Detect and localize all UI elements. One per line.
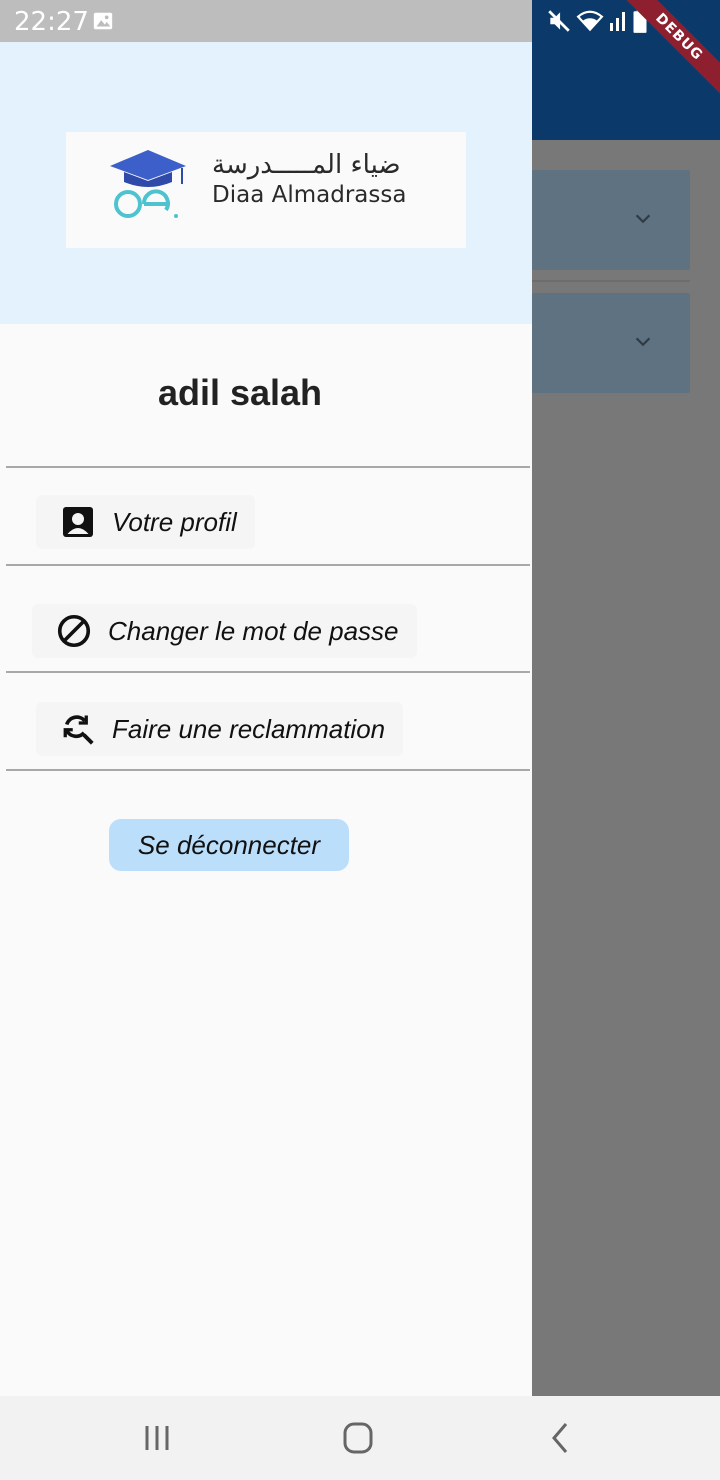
status-bar: 22:27 [0, 0, 720, 42]
divider [6, 671, 530, 673]
home-icon[interactable] [338, 1418, 378, 1458]
divider [532, 280, 690, 282]
user-name: adil salah [157, 372, 323, 413]
graduation-cap-icon [110, 150, 186, 218]
navigation-drawer: ضياء المـــــدرسة Diaa Almadrassa adil s… [0, 42, 532, 1396]
app-logo: ضياء المـــــدرسة Diaa Almadrassa [66, 132, 466, 248]
menu-item-label: Changer le mot de passe [108, 615, 399, 646]
logo-latin-text: Diaa Almadrassa [212, 182, 407, 208]
menu-item-label: Faire une reclammation [112, 713, 386, 744]
status-time: 22:27 [14, 7, 89, 37]
menu-item-complaint[interactable]: Faire une reclammation [36, 702, 404, 756]
mute-icon [548, 10, 570, 32]
expansion-card [532, 293, 690, 393]
account-box-icon [63, 507, 93, 537]
wifi-icon [576, 10, 604, 32]
divider [6, 769, 530, 771]
status-bar-left: 22:27 [0, 0, 532, 42]
menu-item-label: Votre profil [112, 506, 237, 537]
menu-item-profile[interactable]: Votre profil [36, 495, 255, 549]
find-replace-icon [63, 715, 94, 745]
expansion-card [532, 170, 690, 270]
menu-item-change-password[interactable]: Changer le mot de passe [32, 604, 417, 658]
divider [6, 466, 530, 468]
drawer-header: ضياء المـــــدرسة Diaa Almadrassa [0, 42, 532, 324]
image-icon [93, 12, 113, 30]
battery-icon [633, 8, 647, 33]
system-nav-bar [0, 1396, 720, 1480]
logo-arabic-text: ضياء المـــــدرسة [212, 150, 401, 180]
logout-button[interactable]: Se déconnecter [109, 819, 349, 871]
signal-icon [610, 12, 625, 31]
chevron-down-icon [635, 214, 651, 224]
block-icon [57, 614, 91, 648]
recents-icon[interactable] [138, 1418, 178, 1458]
back-icon[interactable] [540, 1418, 580, 1458]
status-bar-right [532, 0, 720, 42]
divider [6, 564, 530, 566]
chevron-down-icon [635, 337, 651, 347]
